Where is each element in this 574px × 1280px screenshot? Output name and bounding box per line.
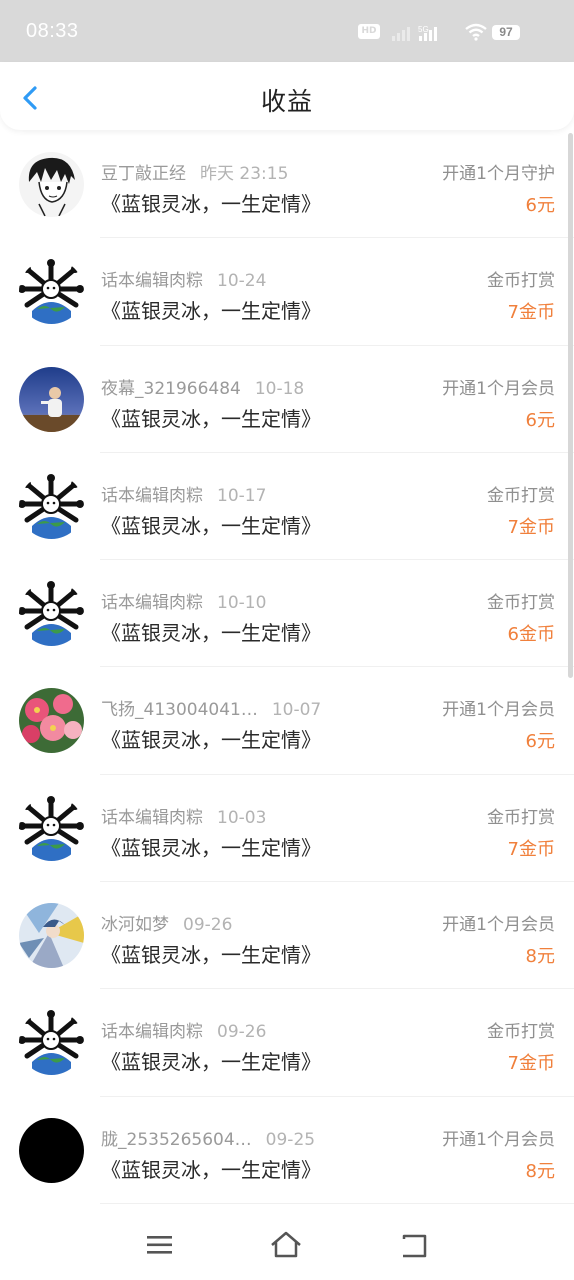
book-title: 《蓝银灵冰，一生定情》: [101, 1157, 321, 1182]
book-title: 《蓝银灵冰，一生定情》: [101, 513, 321, 538]
user-name: 豆丁敲正经: [101, 164, 186, 184]
earning-amount: 6元: [525, 195, 555, 216]
menu-button[interactable]: [140, 1228, 180, 1262]
earning-type: 开通1个月会员: [442, 1129, 555, 1150]
record-date: 10-24: [217, 271, 267, 292]
user-name: 话本编辑肉粽: [101, 807, 203, 828]
earning-amount: 8元: [525, 946, 555, 968]
row-meta: 话本编辑肉粽 09-26: [101, 1017, 266, 1042]
earning-row[interactable]: 飞扬_413004041… 10-07 《蓝银灵冰，一生定情》 开通1个月会员 6元: [0, 667, 574, 776]
user-name: 话本编辑肉粽: [101, 271, 203, 292]
earning-type: 开通1个月守护: [442, 164, 555, 184]
user-name: 话本编辑肉粽: [101, 1022, 203, 1043]
status-bar: 08:33 HD 5G 97: [0, 0, 574, 62]
user-name: 话本编辑肉粽: [101, 593, 203, 614]
user-avatar[interactable]: [19, 152, 84, 217]
home-icon: [271, 1231, 301, 1258]
home-button[interactable]: [266, 1228, 306, 1262]
user-avatar[interactable]: [19, 259, 84, 325]
page-title: 收益: [260, 87, 313, 116]
earning-amount: 8元: [525, 1160, 555, 1182]
record-date: 昨天 23:15: [200, 164, 289, 184]
earnings-list: 豆丁敲正经 昨天 23:15 《蓝银灵冰，一生定情》 开通1个月守护 6元 话本编辑肉粽 1…: [0, 131, 574, 1205]
record-date: 10-18: [254, 378, 305, 399]
earning-amount: 7金币: [507, 302, 555, 324]
earning-row[interactable]: 冰河如梦 09-26 《蓝银灵冰，一生定情》 开通1个月会员 8元: [0, 882, 574, 990]
user-name: 冰河如梦: [101, 915, 169, 936]
user-avatar[interactable]: [19, 1010, 84, 1076]
earning-row[interactable]: 话本编辑肉粽 10-10 《蓝银灵冰，一生定情》 金币打赏 6金币: [0, 560, 574, 668]
earning-row[interactable]: 话本编辑肉粽 10-17 《蓝银灵冰，一生定情》 金币打赏 7金币: [0, 453, 574, 561]
page-header: 收益: [0, 62, 574, 130]
book-title: 《蓝银灵冰，一生定情》: [101, 192, 321, 216]
book-title: 《蓝银灵冰，一生定情》: [101, 406, 321, 431]
record-date: 10-03: [217, 807, 267, 828]
battery-indicator: 97: [492, 25, 520, 40]
user-name: 胧_2535265604…: [101, 1129, 252, 1150]
earning-row[interactable]: 夜幕_321966484 10-18 《蓝银灵冰，一生定情》 开通1个月会员 6元: [0, 346, 574, 454]
earning-row[interactable]: 胧_2535265604… 09-25 《蓝银灵冰，一生定情》 开通1个月会员 8元: [0, 1097, 574, 1205]
book-title: 《蓝银灵冰，一生定情》: [101, 621, 321, 646]
wifi-icon: [465, 23, 487, 41]
earning-amount: 6元: [525, 409, 555, 431]
earning-amount: 7金币: [507, 516, 555, 538]
book-title: 《蓝银灵冰，一生定情》: [101, 943, 321, 968]
book-title: 《蓝银灵冰，一生定情》: [101, 728, 321, 753]
earning-type: 开通1个月会员: [442, 915, 555, 936]
status-time: 08:33: [26, 20, 79, 42]
row-meta: 话本编辑肉粽 10-03: [101, 803, 266, 828]
back-nav-button[interactable]: [394, 1228, 434, 1262]
earning-type: 金币打赏: [487, 593, 555, 614]
user-avatar[interactable]: [19, 688, 84, 754]
earning-amount: 7金币: [507, 1053, 555, 1075]
earning-row[interactable]: 话本编辑肉粽 10-24 《蓝银灵冰，一生定情》 金币打赏 7金币: [0, 238, 574, 346]
earning-type: 金币打赏: [487, 271, 555, 292]
user-name: 话本编辑肉粽: [101, 485, 203, 506]
hd-icon: HD: [358, 24, 380, 39]
row-meta: 话本编辑肉粽 10-24: [101, 266, 266, 291]
row-meta: 话本编辑肉粽 10-10: [101, 588, 266, 613]
record-date: 10-10: [217, 593, 267, 614]
row-meta: 胧_2535265604… 09-25: [101, 1125, 315, 1150]
menu-icon: [147, 1236, 172, 1254]
scrollbar[interactable]: [568, 133, 573, 678]
system-nav-bar: [0, 1210, 574, 1280]
earning-type: 金币打赏: [487, 1022, 555, 1043]
record-date: 09-26: [183, 915, 233, 936]
row-meta: 飞扬_413004041… 10-07: [101, 695, 321, 720]
user-avatar[interactable]: [19, 581, 84, 647]
user-avatar[interactable]: [19, 1117, 84, 1183]
record-date: 10-07: [271, 700, 322, 721]
earning-type: 开通1个月会员: [442, 378, 555, 399]
record-date: 09-25: [265, 1129, 316, 1150]
row-meta: 话本编辑肉粽 10-17: [101, 481, 266, 506]
network-label: 5G: [418, 25, 429, 34]
earning-amount: 7金币: [507, 838, 555, 860]
user-name: 夜幕_321966484: [101, 378, 241, 399]
row-meta: 冰河如梦 09-26: [101, 910, 232, 935]
book-title: 《蓝银灵冰，一生定情》: [101, 1050, 321, 1075]
earning-type: 金币打赏: [487, 807, 555, 828]
row-meta: 夜幕_321966484 10-18: [101, 374, 304, 399]
earning-row[interactable]: 话本编辑肉粽 10-03 《蓝银灵冰，一生定情》 金币打赏 7金币: [0, 775, 574, 883]
signal-icon: 5G: [392, 25, 437, 41]
record-date: 10-17: [217, 485, 267, 506]
earning-row[interactable]: 豆丁敲正经 昨天 23:15 《蓝银灵冰，一生定情》 开通1个月守护 6元: [0, 131, 574, 239]
earning-row[interactable]: 话本编辑肉粽 09-26 《蓝银灵冰，一生定情》 金币打赏 7金币: [0, 989, 574, 1097]
earning-type: 开通1个月会员: [442, 700, 555, 721]
user-name: 飞扬_413004041…: [101, 700, 258, 721]
book-title: 《蓝银灵冰，一生定情》: [101, 835, 321, 860]
user-avatar[interactable]: [19, 795, 84, 861]
book-title: 《蓝银灵冰，一生定情》: [101, 299, 321, 324]
earning-amount: 6元: [525, 731, 555, 753]
earning-amount: 6金币: [507, 624, 555, 646]
row-meta: 豆丁敲正经 昨天 23:15: [101, 159, 288, 184]
record-date: 09-26: [217, 1022, 267, 1043]
user-avatar[interactable]: [19, 903, 84, 969]
user-avatar[interactable]: [19, 473, 84, 539]
user-avatar[interactable]: [19, 366, 84, 432]
back-arrow-icon: [402, 1234, 427, 1258]
earning-type: 金币打赏: [487, 485, 555, 506]
